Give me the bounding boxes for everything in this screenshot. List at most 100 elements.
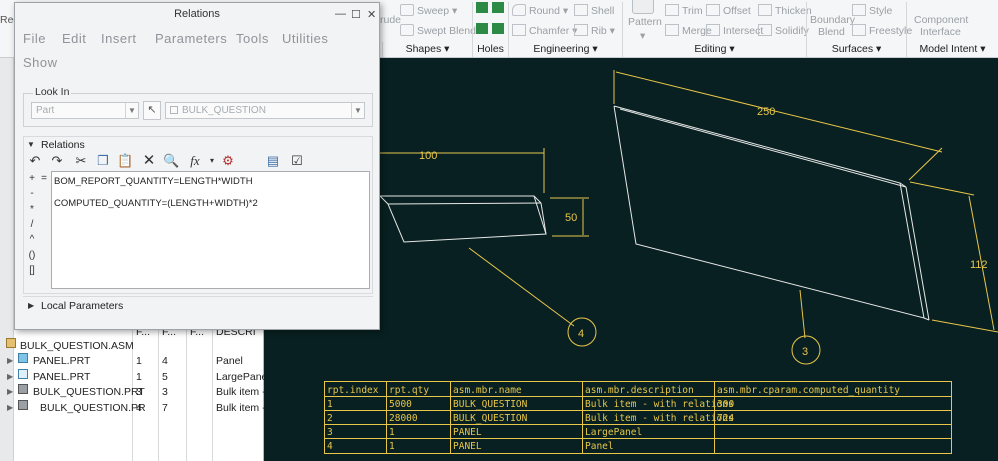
ribbon-component[interactable]: Component xyxy=(914,14,968,26)
tree-row-c1: 3 xyxy=(136,386,142,398)
find-icon[interactable]: 🔍 xyxy=(163,154,179,168)
select-arrow-icon[interactable]: ↖ xyxy=(143,101,161,120)
chamfer-label: Chamfer xyxy=(529,25,570,37)
op-equals[interactable]: = xyxy=(38,173,50,184)
expand-icon[interactable]: ▶ xyxy=(28,301,34,310)
look-in-type-select[interactable]: Part ▼ xyxy=(31,102,139,119)
chevron-down-icon: ▼ xyxy=(351,103,364,118)
group-model-intent[interactable]: Model Intent ▾ xyxy=(906,42,998,57)
menu-utilities[interactable]: Utilities xyxy=(282,31,328,46)
ribbon-boundary-blend[interactable]: Blend xyxy=(818,26,845,38)
menu-show[interactable]: Show xyxy=(23,55,58,70)
menu-insert[interactable]: Insert xyxy=(101,31,137,46)
delete-icon[interactable]: ✕ xyxy=(141,153,157,168)
function-dropdown-icon[interactable]: ▾ xyxy=(204,154,220,168)
table-cell: BULK_QUESTION xyxy=(453,399,528,410)
dim-small-length[interactable]: 100 xyxy=(419,150,437,162)
undo-icon[interactable]: ↶ xyxy=(27,154,43,168)
tree-row[interactable]: ▶ BULK_QUESTION.PR 4 7 Bulk item - v xyxy=(0,400,274,416)
group-surfaces[interactable]: Surfaces ▾ xyxy=(806,42,906,57)
part-icon xyxy=(170,106,178,114)
relations-editor[interactable]: BOM_REPORT_QUANTITY=LENGTH*WIDTH COMPUTE… xyxy=(51,171,370,289)
dim-small-thickness[interactable]: 50 xyxy=(565,212,577,224)
ribbon-offset[interactable]: Offset xyxy=(706,4,751,17)
close-icon[interactable]: ✕ xyxy=(367,8,376,21)
ribbon-style[interactable]: Style xyxy=(852,4,892,17)
sort-icon[interactable]: ▤ xyxy=(265,154,281,168)
menu-file[interactable]: File xyxy=(23,31,46,46)
menu-parameters[interactable]: Parameters xyxy=(155,31,227,46)
dialog-titlebar[interactable]: Relations — ☐ ✕ xyxy=(15,3,379,25)
ribbon-round[interactable]: Round ▾ xyxy=(512,4,568,17)
relation-line: BOM_REPORT_QUANTITY=LENGTH*WIDTH xyxy=(54,176,253,187)
ribbon-extrude[interactable]: rude xyxy=(380,14,401,26)
hole-tool-1[interactable] xyxy=(476,2,491,14)
ribbon-chamfer[interactable]: Chamfer ▾ xyxy=(512,24,577,37)
tree-row-c1: 1 xyxy=(136,355,142,367)
ribbon-trim[interactable]: Trim xyxy=(665,4,703,17)
table-header-name: asm.mbr.name xyxy=(453,385,522,396)
maximize-icon[interactable]: ☐ xyxy=(351,8,361,21)
collapse-icon[interactable]: ▼ xyxy=(27,140,35,149)
minimize-icon[interactable]: — xyxy=(335,8,346,20)
offset-label: Offset xyxy=(723,5,751,17)
tree-row[interactable]: ▶ PANEL.PRT 1 5 LargePanel xyxy=(0,369,270,385)
ribbon-boundary[interactable]: Boundary xyxy=(810,14,855,26)
op-plus[interactable]: + xyxy=(26,173,38,184)
expand-icon[interactable]: ▶ xyxy=(7,369,13,385)
hole-tool-4[interactable] xyxy=(492,23,507,35)
function-icon[interactable]: fx xyxy=(187,154,203,168)
op-parentheses[interactable]: () xyxy=(26,250,38,261)
ribbon-intersect[interactable]: Intersect xyxy=(706,24,763,37)
look-in-object-select[interactable]: BULK_QUESTION ▼ xyxy=(165,102,365,119)
copy-icon[interactable]: ❐ xyxy=(95,154,111,168)
ribbon-merge[interactable]: Merge xyxy=(665,24,712,37)
ribbon-swept-blend[interactable]: Swept Blend xyxy=(400,24,476,37)
redo-icon[interactable]: ↷ xyxy=(49,154,65,168)
verify-icon[interactable]: ☑ xyxy=(289,154,305,168)
ribbon-interface[interactable]: Interface xyxy=(920,26,961,38)
expand-icon[interactable]: ▶ xyxy=(7,384,13,400)
hole-tool-3[interactable] xyxy=(492,2,507,14)
sweep-label: Sweep xyxy=(417,5,450,17)
ribbon-shell[interactable]: Shell xyxy=(574,4,614,17)
tree-row[interactable]: ▶ BULK_QUESTION.PRT 3 3 Bulk item - v xyxy=(0,384,274,400)
balloon-4[interactable]: 4 xyxy=(578,328,584,340)
local-params-row[interactable]: ▶ Local Parameters xyxy=(23,296,373,316)
expand-icon[interactable]: ▶ xyxy=(7,353,13,369)
group-engineering[interactable]: Engineering ▾ xyxy=(508,42,622,57)
merge-icon xyxy=(665,24,679,36)
hole-icon-3 xyxy=(492,2,504,13)
op-divide[interactable]: / xyxy=(26,219,38,230)
evaluate-icon[interactable]: ⚙ xyxy=(220,154,236,168)
menu-edit[interactable]: Edit xyxy=(62,31,86,46)
menu-tools[interactable]: Tools xyxy=(236,31,269,46)
expand-icon[interactable]: ▶ xyxy=(7,400,13,416)
ribbon-sweep[interactable]: Sweep ▾ xyxy=(400,4,457,17)
tree-row[interactable]: ▶ PANEL.PRT 1 4 Panel xyxy=(0,353,264,369)
group-holes[interactable]: Holes xyxy=(472,42,508,57)
dim-large-length[interactable]: 250 xyxy=(757,106,775,118)
balloon-3[interactable]: 3 xyxy=(802,346,808,358)
pattern-dropdown-icon[interactable]: ▾ xyxy=(640,30,645,42)
hole-tool-2[interactable] xyxy=(476,23,491,35)
op-power[interactable]: ^ xyxy=(26,234,38,245)
dim-large-width[interactable]: 112 xyxy=(970,259,988,271)
table-cell: 300 xyxy=(717,399,734,410)
ribbon-thicken[interactable]: Thicken xyxy=(758,4,812,17)
relations-dialog: Relations — ☐ ✕ File Edit Insert Paramet… xyxy=(14,2,380,330)
group-editing[interactable]: Editing ▾ xyxy=(622,42,806,57)
ribbon-freestyle[interactable]: Freestyle xyxy=(852,24,912,37)
group-shapes[interactable]: Shapes ▾ xyxy=(382,42,472,57)
ribbon-pattern[interactable]: Pattern xyxy=(628,16,662,28)
op-multiply[interactable]: * xyxy=(26,204,38,215)
paste-icon[interactable]: 📋 xyxy=(117,154,133,168)
op-minus[interactable]: - xyxy=(26,188,38,199)
op-brackets[interactable]: [] xyxy=(26,265,38,276)
cut-icon[interactable]: ✂ xyxy=(73,154,89,168)
table-header-index: rpt.index xyxy=(327,385,379,396)
tree-root-row[interactable]: BULK_QUESTION.ASM xyxy=(0,338,264,354)
table-cell: Bulk item - with relations xyxy=(585,399,734,410)
ribbon-solidify[interactable]: Solidify xyxy=(758,24,809,37)
ribbon-rib[interactable]: Rib ▾ xyxy=(574,24,615,37)
